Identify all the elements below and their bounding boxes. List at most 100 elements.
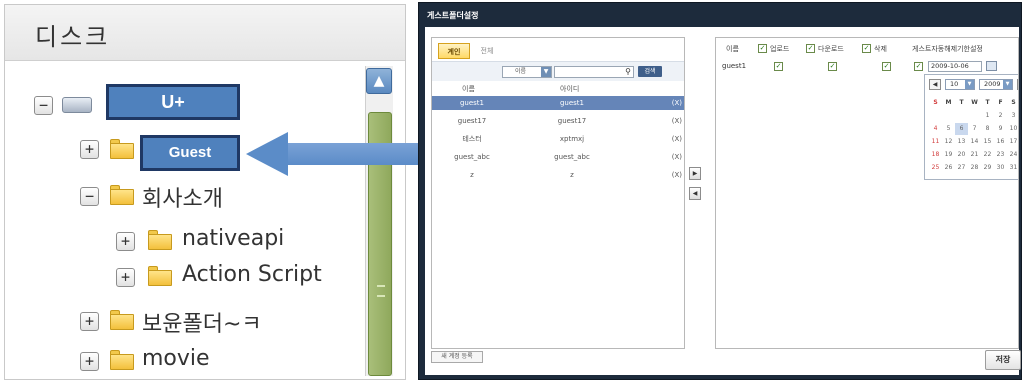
- calendar-day[interactable]: 23: [994, 149, 1007, 161]
- search-icon[interactable]: ⚲: [625, 67, 631, 77]
- calendar-day[interactable]: 29: [981, 162, 994, 174]
- year-value: 2009: [984, 80, 1001, 88]
- next-month-icon[interactable]: ▶: [1017, 79, 1018, 90]
- calendar-day[interactable]: 20: [955, 149, 968, 161]
- calendar-day[interactable]: 21: [968, 149, 981, 161]
- calendar-day[interactable]: 28: [968, 162, 981, 174]
- user-row[interactable]: z z (X): [432, 168, 684, 182]
- calendar-day[interactable]: 9: [994, 123, 1007, 135]
- calendar-day[interactable]: 27: [955, 162, 968, 174]
- folder-icon: [148, 266, 172, 286]
- expiry-date-input[interactable]: 2009-10-06: [928, 61, 982, 72]
- expand-icon[interactable]: +: [80, 312, 99, 331]
- chevron-down-icon[interactable]: ▼: [965, 80, 974, 89]
- chevron-down-icon[interactable]: ▼: [1003, 80, 1012, 89]
- search-field-select[interactable]: 이름 ▼: [502, 66, 552, 78]
- scroll-up-arrow-icon[interactable]: ▲: [366, 68, 392, 94]
- calendar-day[interactable]: 26: [942, 162, 955, 174]
- calendar-day[interactable]: 1: [981, 110, 994, 122]
- upload-checkbox[interactable]: ✓: [774, 62, 783, 71]
- chevron-down-icon[interactable]: ▼: [541, 67, 551, 77]
- remove-user-link[interactable]: (X): [662, 132, 682, 146]
- tab-user[interactable]: 계인: [438, 43, 470, 59]
- prev-month-icon[interactable]: ◀: [929, 79, 941, 90]
- calendar-day[interactable]: 2: [994, 110, 1007, 122]
- remove-user-link[interactable]: (X): [662, 168, 682, 182]
- calendar-day[interactable]: 14: [968, 136, 981, 148]
- calendar-day[interactable]: 25: [929, 162, 942, 174]
- delete-all-checkbox[interactable]: ✓: [862, 44, 871, 53]
- calendar-day[interactable]: 24: [1007, 149, 1018, 161]
- expand-icon[interactable]: +: [116, 232, 135, 251]
- perm-header-upload: 업로드: [770, 45, 790, 53]
- calendar-day[interactable]: 3: [1007, 110, 1018, 122]
- user-row[interactable]: guest1 guest1 (X): [432, 96, 684, 110]
- calendar-day[interactable]: 11: [929, 136, 942, 148]
- expand-icon[interactable]: +: [80, 140, 99, 159]
- remove-user-link[interactable]: (X): [662, 96, 682, 110]
- column-header-name: 이름: [462, 85, 475, 93]
- calendar-day[interactable]: 8: [981, 123, 994, 135]
- remove-user-link[interactable]: (X): [662, 150, 682, 164]
- tree-item-movie[interactable]: movie: [142, 346, 210, 371]
- collapse-icon[interactable]: −: [34, 96, 53, 115]
- calendar-weekday: T: [985, 99, 990, 106]
- new-account-button[interactable]: 새 계정 등록: [431, 351, 483, 363]
- guest-callout: Guest: [140, 135, 240, 171]
- calendar-popup: ◀ 10 ▼ 2009 ▼ ▶ SMTWTFS12345678910111213…: [924, 74, 1018, 180]
- collapse-icon[interactable]: −: [80, 187, 99, 206]
- search-button[interactable]: 검색: [638, 66, 662, 77]
- perm-header-name: 이름: [726, 45, 739, 53]
- user-row[interactable]: guest_abc guest_abc (X): [432, 150, 684, 164]
- calendar-day[interactable]: 10: [1007, 123, 1018, 135]
- calendar-day[interactable]: 19: [942, 149, 955, 161]
- download-all-checkbox[interactable]: ✓: [806, 44, 815, 53]
- move-right-icon[interactable]: ▶: [689, 167, 701, 180]
- dialog-title: 게스트폴더설정: [427, 11, 479, 20]
- dialog-body: 계인 전체 이름 ▼ ⚲ 검색 이름 아이디 guest1 guest1 (X)…: [425, 27, 1021, 375]
- tab-all[interactable]: 전체: [472, 43, 502, 59]
- folder-icon: [110, 350, 134, 370]
- calendar-weekday: M: [945, 99, 952, 106]
- search-bar: 이름 ▼ ⚲ 검색: [432, 61, 684, 81]
- user-row[interactable]: guest17 guest17 (X): [432, 114, 684, 128]
- calendar-day[interactable]: 22: [981, 149, 994, 161]
- calendar-day[interactable]: 15: [981, 136, 994, 148]
- calendar-day[interactable]: 7: [968, 123, 981, 135]
- calendar-day[interactable]: 16: [994, 136, 1007, 148]
- calendar-day[interactable]: 4: [929, 123, 942, 135]
- save-button[interactable]: 저장: [985, 350, 1021, 370]
- calendar-day[interactable]: 18: [929, 149, 942, 161]
- upload-all-checkbox[interactable]: ✓: [758, 44, 767, 53]
- search-input[interactable]: ⚲: [554, 66, 634, 78]
- calendar-weekday: W: [971, 99, 978, 106]
- calendar-day[interactable]: 17: [1007, 136, 1018, 148]
- calendar-day[interactable]: 5: [942, 123, 955, 135]
- calendar-weekday: S: [1011, 99, 1016, 106]
- perm-header-auto-delete: 게스트자동해제기한설정: [912, 45, 983, 53]
- remove-user-link[interactable]: (X): [662, 114, 682, 128]
- permission-panel: 이름 ✓ 업로드 ✓ 다운로드 ✓ 삭제 게스트자동해제기한설정 guest1 …: [715, 37, 1019, 349]
- scrollbar-grip: [377, 285, 385, 297]
- expand-icon[interactable]: +: [116, 268, 135, 287]
- calendar-day[interactable]: 31: [1007, 162, 1018, 174]
- perm-row-user: guest1: [722, 62, 747, 70]
- calendar-icon[interactable]: [986, 61, 997, 71]
- delete-checkbox[interactable]: ✓: [882, 62, 891, 71]
- download-checkbox[interactable]: ✓: [828, 62, 837, 71]
- expand-icon[interactable]: +: [80, 352, 99, 371]
- tree-item-boyun-folder[interactable]: 보윤폴더~ㅋ: [142, 306, 262, 338]
- drive-icon: [62, 97, 92, 113]
- calendar-day[interactable]: 6: [955, 123, 968, 135]
- user-row[interactable]: 테스터 xptmxj (X): [432, 132, 684, 146]
- calendar-day[interactable]: 12: [942, 136, 955, 148]
- calendar-day[interactable]: 13: [955, 136, 968, 148]
- month-select[interactable]: 10 ▼: [945, 79, 975, 90]
- tree-item-action-script[interactable]: Action Script: [182, 262, 322, 287]
- tree-item-company-intro[interactable]: 회사소개: [142, 181, 223, 213]
- auto-delete-checkbox[interactable]: ✓: [914, 62, 923, 71]
- tree-item-nativeapi[interactable]: nativeapi: [182, 226, 284, 251]
- move-left-icon[interactable]: ◀: [689, 187, 701, 200]
- year-select[interactable]: 2009 ▼: [979, 79, 1013, 90]
- calendar-day[interactable]: 30: [994, 162, 1007, 174]
